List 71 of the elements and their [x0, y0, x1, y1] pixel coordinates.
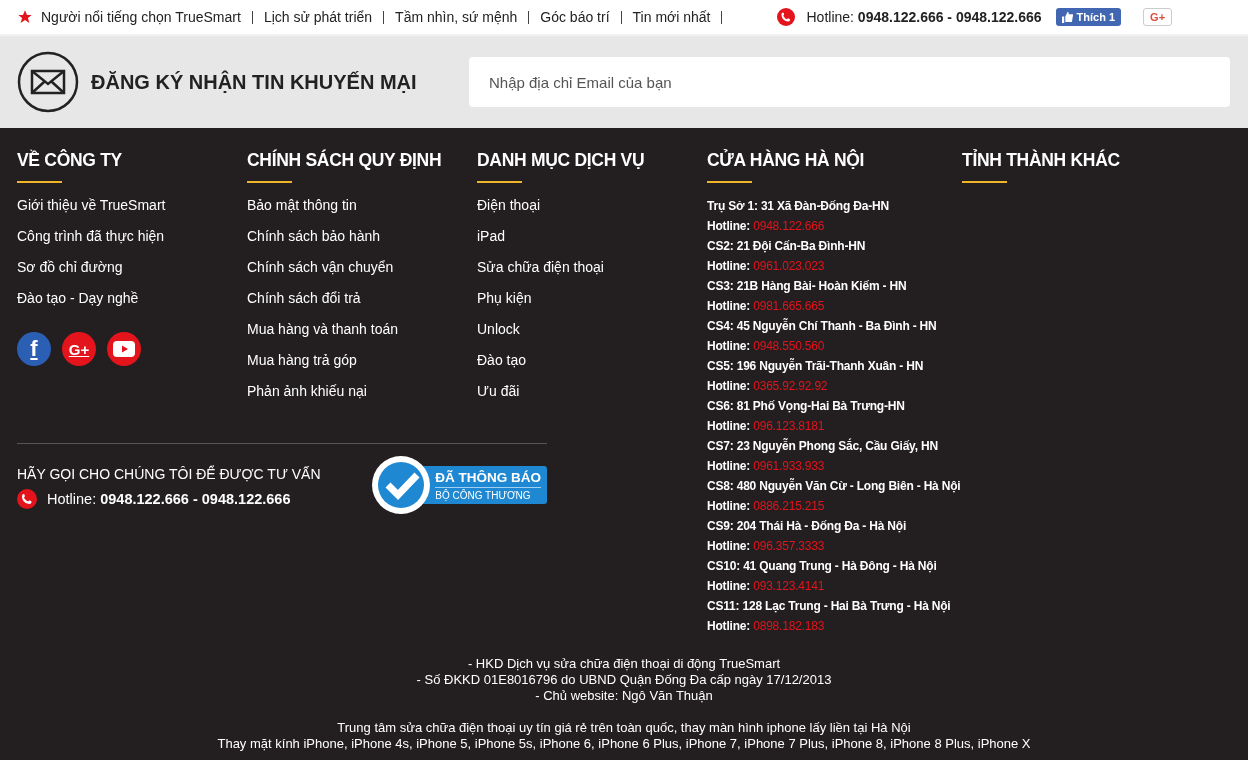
star-icon	[17, 9, 33, 25]
store-address: CS8: 480 Nguyễn Văn Cừ - Long Biên - Hà Nội	[707, 477, 962, 495]
store-address: CS9: 204 Thái Hà - Đống Đa - Hà Nội	[707, 518, 908, 535]
footer-link[interactable]: Công trình đã thực hiện	[17, 221, 247, 252]
footer-link[interactable]: Mua hàng và thanh toán	[247, 314, 477, 345]
column-heading: CHÍNH SÁCH QUY ĐỊNH	[247, 150, 443, 171]
email-field[interactable]: Nhập địa chỉ Email của bạn	[469, 57, 1230, 107]
column-heading: VỀ CÔNG TY	[17, 150, 123, 171]
footer-link[interactable]: Ưu đãi	[477, 376, 707, 407]
store-address: CS4: 45 Nguyễn Chí Thanh - Ba Đình - HN	[707, 317, 938, 335]
top-link[interactable]: Tầm nhìn, sứ mệnh	[395, 9, 518, 25]
google-plus-icon[interactable]: G+	[62, 332, 96, 366]
footer-link[interactable]: Đào tạo	[477, 345, 707, 376]
footer-link[interactable]: Sơ đồ chỉ đường	[17, 252, 247, 283]
footer-link[interactable]: Bảo mật thông tin	[247, 190, 477, 221]
column-heading: TỈNH THÀNH KHÁC	[962, 150, 1121, 171]
store-hotline: Hotline: 096.357.3333	[707, 538, 826, 555]
call-heading: HÃY GỌI CHO CHÚNG TÔI ĐỂ ĐƯỢC TƯ VẤN	[17, 466, 321, 482]
footer-link[interactable]: iPad	[477, 221, 707, 252]
phone-icon	[17, 489, 37, 509]
store-address: CS6: 81 Phố Vọng-Hai Bà Trưng-HN	[707, 398, 906, 415]
footer-link[interactable]: Phản ảnh khiếu nại	[247, 376, 477, 407]
store-hotline: Hotline: 0961.933.933	[707, 458, 826, 475]
facebook-icon[interactable]: f	[17, 332, 51, 366]
footer-link[interactable]: Điện thoại	[477, 190, 707, 221]
store-address: CS5: 196 Nguyễn Trãi-Thanh Xuân - HN	[707, 357, 925, 375]
about-text: Trung tâm sửa chữa điện thoại uy tín giá rẻ trên toàn quốc, thay màn hình iphone lấy liền tại Hà Nội	[336, 720, 912, 736]
store-hotline: Hotline: 0898.182.183	[707, 618, 826, 635]
top-link[interactable]: Góc báo trí	[540, 9, 610, 25]
thumbs-up-icon	[1061, 11, 1073, 23]
legal-text: - Chủ website: Ngô Văn Thuận	[534, 688, 714, 704]
footer-link[interactable]: Chính sách đổi trả	[247, 283, 477, 314]
store-hotline: Hotline: 0981.665.665	[707, 298, 826, 315]
top-link[interactable]: Người nổi tiếng chọn TrueSmart	[41, 9, 241, 25]
store-hotline: Hotline: 0948.550.560	[707, 338, 826, 355]
store-address: CS2: 21 Đội Cấn-Ba Đình-HN	[707, 238, 867, 255]
store-address: Trụ Sở 1: 31 Xã Đàn-Đống Đa-HN	[707, 198, 890, 215]
top-link[interactable]: Lịch sử phát triển	[263, 9, 373, 25]
footer-link[interactable]: Chính sách vận chuyển	[247, 252, 477, 283]
store-hotline: Hotline: 0948.122.666	[707, 218, 826, 235]
like-button[interactable]: Thích 1	[1055, 8, 1122, 26]
store-address: CS7: 23 Nguyễn Phong Sắc, Cầu Giấy, HN	[707, 437, 939, 455]
store-hotline: Hotline: 0365.92.92.92	[707, 378, 829, 395]
column-heading: DANH MỤC DỊCH VỤ	[477, 150, 646, 171]
envelope-icon	[17, 51, 79, 113]
store-address: CS11: 128 Lạc Trung - Hai Bà Trưng - Hà Nội	[707, 598, 952, 615]
footer-link[interactable]: Đào tạo - Dạy nghề	[17, 283, 247, 314]
store-hotline: Hotline: 093.123.4141	[707, 578, 826, 595]
hotline-text: Hotline: 0948.122.666 - 0948.122.666	[806, 9, 1042, 25]
phone-icon	[777, 8, 796, 26]
store-hotline: Hotline: 096.123.8181	[707, 418, 826, 435]
google-plus-button[interactable]: G+	[1143, 8, 1173, 26]
legal-text: - HKD Dịch vụ sửa chữa điện thoại di động TrueSmart	[466, 656, 782, 672]
footer-link[interactable]: Sửa chữa điện thoại	[477, 252, 707, 283]
store-hotline: Hotline: 0886.215.215	[707, 498, 826, 515]
registration-badge[interactable]: ĐÃ THÔNG BÁO BỘ CÔNG THƯƠNG	[371, 455, 547, 515]
about-text: Thay mặt kính iPhone, iPhone 4s, iPhone 5, iPhone 5s, iPhone 6, iPhone 6 Plus, iPhone 7, iPhone 7 Plus, iPhone 8, iPhone 8 Plus, iPhone X	[216, 736, 1032, 752]
footer-link[interactable]: Unlock	[477, 314, 707, 345]
legal-text: - Số ĐKKD 01E8016796 do UBND Quận Đống Đa cấp ngày 17/12/2013	[415, 672, 833, 688]
subscribe-title: ĐĂNG KÝ NHẬN TIN KHUYẾN MẠI	[91, 70, 418, 94]
footer-link[interactable]: Chính sách bảo hành	[247, 221, 477, 252]
footer-link[interactable]: Phụ kiện	[477, 283, 707, 314]
store-address: CS10: 41 Quang Trung - Hà Đông - Hà Nội	[707, 558, 938, 575]
youtube-icon[interactable]	[107, 332, 141, 366]
column-heading: CỬA HÀNG HÀ NỘI	[707, 150, 866, 171]
footer-link[interactable]: Mua hàng trả góp	[247, 345, 477, 376]
hotline-text: Hotline: 0948.122.666 - 0948.122.666	[47, 491, 291, 507]
footer-link[interactable]: Giới thiệu về TrueSmart	[17, 190, 247, 221]
store-hotline: Hotline: 0961.023.023	[707, 258, 826, 275]
store-address: CS3: 21B Hàng Bài- Hoàn Kiếm - HN	[707, 278, 908, 295]
top-link[interactable]: Tin mới nhất	[632, 9, 711, 25]
